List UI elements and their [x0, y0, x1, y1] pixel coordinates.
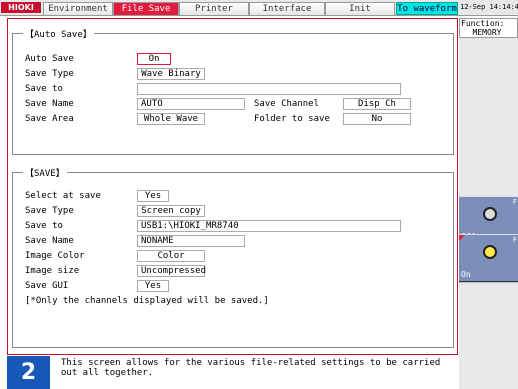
datetime-display: 12-Sep 14:14:40 — [460, 3, 518, 11]
off-function-key-label: F — [512, 198, 517, 206]
function-value: MEMORY — [472, 28, 502, 37]
auto-save-area-value[interactable]: Whole Wave — [137, 113, 205, 125]
toggle-off-icon — [483, 207, 497, 221]
save-to-field[interactable]: USB1:\HIOKI_MR8740 — [137, 220, 401, 232]
tab-init[interactable]: Init — [325, 2, 395, 15]
tab-environment[interactable]: Environment — [43, 2, 113, 15]
channels-note: [*Only the channels displayed will be sa… — [25, 296, 269, 306]
function-side-panel: Function: MEMORY F Off F On — [459, 18, 518, 389]
save-channel-label: Save Channel — [254, 99, 320, 109]
save-type-label: Save Type — [25, 206, 74, 216]
auto-save-area-row: Save Area Whole Wave Folder to save No — [13, 113, 453, 125]
side-lower-area — [459, 282, 518, 389]
caption-area: 2 This screen allows for the various fil… — [0, 355, 458, 389]
save-name-field[interactable]: NONAME — [137, 235, 245, 247]
side-blank-area — [459, 39, 518, 195]
save-section: 【SAVE】 Select at save Yes Save Type Scre… — [12, 166, 454, 348]
on-function-key-label: F — [512, 236, 517, 244]
tab-bar: HIOKI Environment File Save Printer Inte… — [0, 0, 518, 16]
hioki-logo: HIOKI — [1, 2, 41, 13]
to-waveform-button[interactable]: To waveform — [396, 2, 458, 15]
image-size-row: Image size Uncompressed — [13, 265, 453, 277]
auto-save-name-label: Save Name — [25, 99, 74, 109]
save-gui-value[interactable]: Yes — [137, 280, 169, 292]
save-gui-row: Save GUI Yes — [13, 280, 453, 292]
auto-save-label: Auto Save — [25, 54, 74, 64]
folder-to-save-value[interactable]: No — [343, 113, 411, 125]
save-type-row: Save Type Screen copy — [13, 205, 453, 217]
image-size-value[interactable]: Uncompressed — [137, 265, 206, 277]
auto-save-type-label: Save Type — [25, 69, 74, 79]
auto-save-name-field[interactable]: AUTO — [137, 98, 245, 110]
function-label: Function: — [461, 19, 505, 28]
auto-save-type-value[interactable]: Wave Binary — [137, 68, 205, 80]
toggle-on-icon — [483, 245, 497, 259]
auto-save-area-label: Save Area — [25, 114, 74, 124]
auto-save-to-field[interactable] — [137, 83, 401, 95]
image-color-value[interactable]: Color — [137, 250, 205, 262]
save-to-label: Save to — [25, 221, 63, 231]
caption-text: This screen allows for the various file-… — [61, 358, 441, 378]
tab-printer[interactable]: Printer — [179, 2, 249, 15]
function-indicator: Function: MEMORY — [459, 18, 518, 38]
save-name-row: Save Name NONAME — [13, 235, 453, 247]
image-color-label: Image Color — [25, 251, 85, 261]
channels-note-row: [*Only the channels displayed will be sa… — [13, 295, 453, 307]
save-gui-label: Save GUI — [25, 281, 69, 291]
image-size-label: Image size — [25, 266, 80, 276]
save-to-row: Save to USB1:\HIOKI_MR8740 — [13, 220, 453, 232]
on-label: On — [461, 270, 471, 279]
auto-save-section: 【Auto Save】 Auto Save On Save Type Wave … — [12, 27, 454, 155]
save-channel-value[interactable]: Disp Ch — [343, 98, 411, 110]
on-toggle-button[interactable]: F On — [459, 234, 518, 282]
auto-save-type-row: Save Type Wave Binary — [13, 68, 453, 80]
auto-save-to-label: Save to — [25, 84, 63, 94]
save-type-value[interactable]: Screen copy — [137, 205, 205, 217]
auto-save-to-row: Save to — [13, 83, 453, 95]
tab-file-save[interactable]: File Save — [113, 2, 179, 15]
save-name-label: Save Name — [25, 236, 74, 246]
image-color-row: Image Color Color — [13, 250, 453, 262]
select-at-save-value[interactable]: Yes — [137, 190, 169, 202]
auto-save-row: Auto Save On — [13, 53, 453, 65]
folder-to-save-label: Folder to save — [254, 114, 330, 124]
select-at-save-label: Select at save — [25, 191, 101, 201]
auto-save-title: 【Auto Save】 — [23, 27, 94, 40]
selected-indicator-icon — [459, 235, 465, 241]
auto-save-value[interactable]: On — [137, 53, 171, 65]
file-save-panel: 【Auto Save】 Auto Save On Save Type Wave … — [7, 18, 458, 355]
step-number-badge: 2 — [7, 356, 50, 389]
tab-interface[interactable]: Interface — [249, 2, 325, 15]
save-title: 【SAVE】 — [23, 166, 67, 179]
select-at-save-row: Select at save Yes — [13, 190, 453, 202]
auto-save-name-row: Save Name AUTO Save Channel Disp Ch — [13, 98, 453, 110]
